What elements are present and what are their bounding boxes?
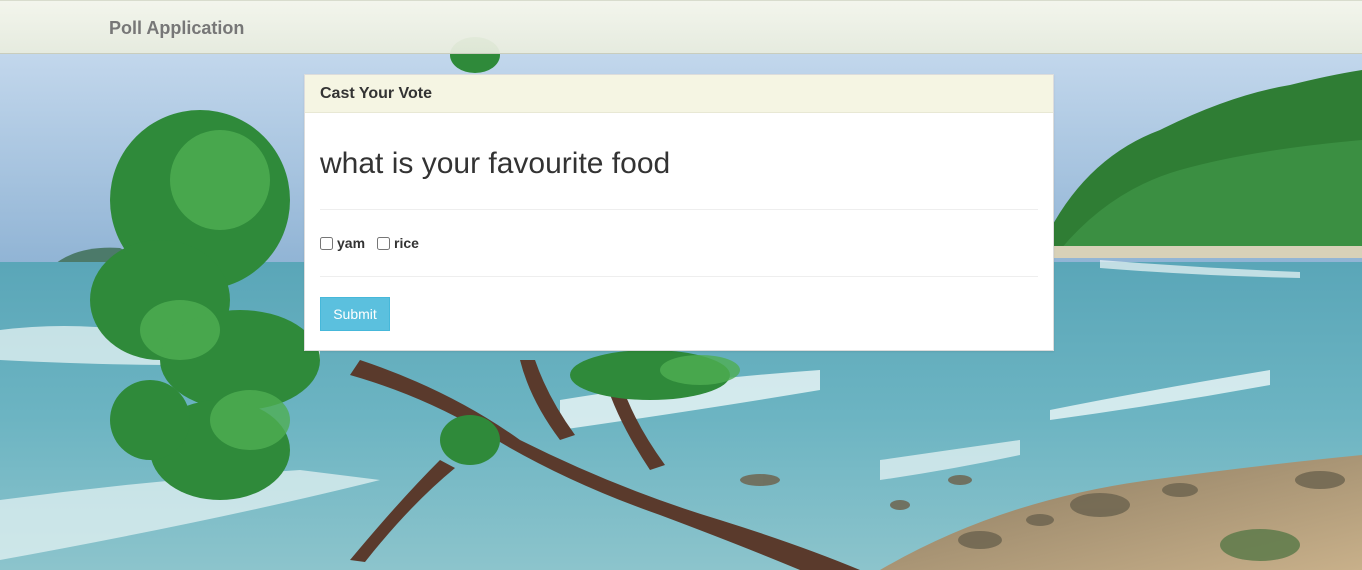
vote-panel: Cast Your Vote what is your favourite fo… bbox=[304, 74, 1054, 351]
submit-button[interactable]: Submit bbox=[320, 297, 390, 331]
divider bbox=[320, 276, 1038, 277]
page: Poll Application Cast Your Vote what is … bbox=[0, 0, 1362, 570]
navbar: Poll Application bbox=[0, 0, 1362, 54]
brand-link[interactable]: Poll Application bbox=[109, 18, 244, 39]
panel-heading: Cast Your Vote bbox=[305, 75, 1053, 113]
option-yam[interactable]: yam bbox=[320, 235, 365, 251]
panel-body: what is your favourite food yam rice Sub… bbox=[305, 146, 1053, 331]
option-rice[interactable]: rice bbox=[377, 235, 419, 251]
option-yam-label: yam bbox=[337, 235, 366, 251]
poll-options: yam rice bbox=[320, 210, 1038, 276]
poll-question: what is your favourite food bbox=[320, 147, 671, 180]
option-yam-checkbox[interactable] bbox=[320, 236, 333, 250]
option-rice-checkbox[interactable] bbox=[377, 236, 391, 250]
option-rice-label: rice bbox=[394, 235, 419, 251]
